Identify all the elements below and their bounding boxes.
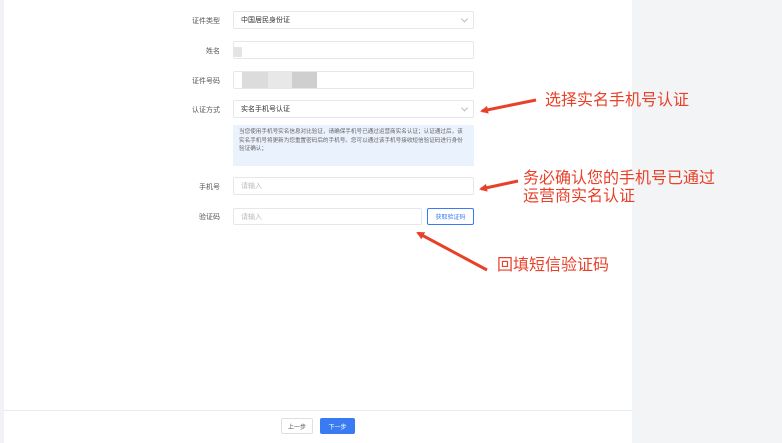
- annotation-confirm-phone-line1: 务必确认您的手机号已通过: [523, 168, 716, 187]
- arrow-2: [479, 179, 519, 192]
- arrow-3: [416, 231, 488, 272]
- annotation-confirm-phone-line2: 运营商实名认证: [523, 186, 636, 205]
- annotation-arrows: [416, 98, 537, 272]
- annotation-fill-code: 回填短信验证码: [497, 255, 610, 274]
- arrow-1: [480, 98, 537, 114]
- annotation-select-phone: 选择实名手机号认证: [545, 90, 690, 109]
